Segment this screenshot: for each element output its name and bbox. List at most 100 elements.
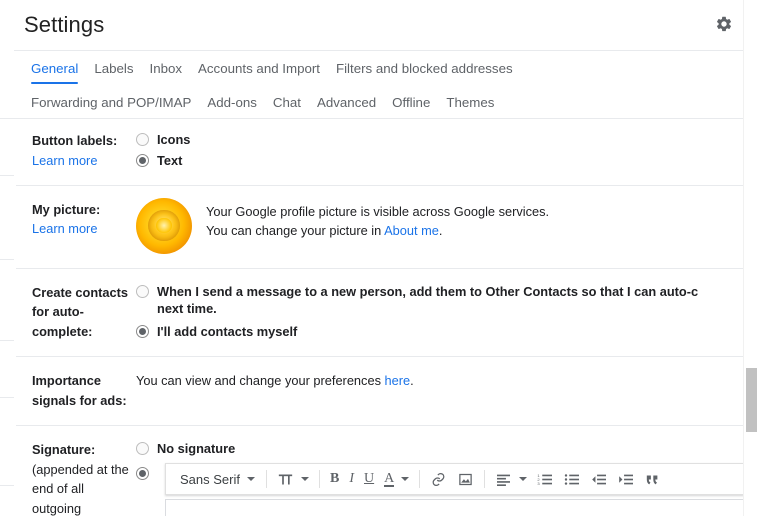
button-labels-title: Button labels: bbox=[32, 133, 118, 148]
settings-page: Settings General Labels Inbox Accounts a… bbox=[0, 0, 758, 516]
tab-filters-and-blocked-addresses[interactable]: Filters and blocked addresses bbox=[328, 61, 521, 84]
vertical-scrollbar[interactable] bbox=[743, 0, 758, 516]
setting-row-button-labels: Button labels: Learn more Icons Text bbox=[16, 119, 744, 186]
radio-auto-add-contacts[interactable] bbox=[136, 284, 149, 298]
tab-themes[interactable]: Themes bbox=[438, 95, 502, 118]
edge-divider-tick bbox=[0, 485, 14, 486]
radio-icons-label: Icons bbox=[157, 132, 191, 147]
signature-sub-line-2: end of all outgoing bbox=[32, 481, 84, 516]
radio-add-contacts-myself[interactable] bbox=[136, 325, 149, 339]
radio-no-signature[interactable] bbox=[136, 441, 149, 455]
insert-image-icon-glyph bbox=[459, 473, 472, 485]
my-picture-line-2: You can change your picture in About me. bbox=[206, 221, 549, 241]
settings-list: Button labels: Learn more Icons Text My … bbox=[0, 119, 758, 516]
signature-content: No signature Sans Serif B I U A 1 2 3 bbox=[136, 440, 744, 516]
button-labels-label-column: Button labels: Learn more bbox=[16, 131, 136, 171]
insert-link-icon[interactable] bbox=[425, 466, 452, 492]
italic-icon[interactable]: I bbox=[344, 466, 359, 492]
gear-icon[interactable] bbox=[708, 8, 740, 40]
svg-text:3: 3 bbox=[538, 481, 541, 486]
radio-signature-editor[interactable] bbox=[136, 467, 149, 481]
create-contacts-options: When I send a message to a new person, a… bbox=[136, 283, 744, 341]
insert-link-icon-glyph bbox=[432, 472, 445, 486]
signature-title: Signature: bbox=[32, 441, 96, 457]
tab-chat[interactable]: Chat bbox=[265, 95, 309, 118]
edge-divider-tick bbox=[0, 340, 14, 341]
indent-more-icon-glyph bbox=[619, 474, 634, 484]
radio-add-contacts-myself-label: I'll add contacts myself bbox=[157, 324, 298, 340]
signature-toolbar: Sans Serif B I U A 1 2 3 bbox=[165, 463, 744, 496]
insert-image-icon[interactable] bbox=[452, 466, 479, 492]
tab-forwarding-and-pop-imap[interactable]: Forwarding and POP/IMAP bbox=[24, 95, 199, 118]
signature-label-column: Signature: (appended at the end of all o… bbox=[16, 440, 136, 516]
setting-row-create-contacts: Create contacts for auto- complete: When… bbox=[16, 269, 744, 358]
align-icon[interactable] bbox=[490, 466, 532, 492]
importance-signals-text: You can view and change your preferences… bbox=[136, 371, 744, 391]
my-picture-content: Your Google profile picture is visible a… bbox=[136, 197, 744, 254]
radio-auto-add-contacts-label: When I send a message to a new person, a… bbox=[157, 283, 698, 318]
text-color-letter: A bbox=[384, 470, 395, 487]
radio-text[interactable] bbox=[136, 154, 149, 168]
indent-less-icon[interactable] bbox=[586, 466, 613, 492]
my-picture-line-2-suffix: . bbox=[438, 223, 443, 239]
ads-preferences-link[interactable]: here bbox=[385, 373, 411, 388]
edge-divider-tick bbox=[0, 175, 14, 176]
signature-sub-line-1: (appended at the bbox=[32, 461, 129, 477]
font-family-value: Sans Serif bbox=[180, 471, 240, 487]
bold-icon[interactable]: B bbox=[325, 466, 344, 492]
edge-divider-tick bbox=[0, 397, 14, 398]
my-picture-title: My picture: bbox=[32, 201, 101, 217]
tab-add-ons[interactable]: Add-ons bbox=[199, 95, 265, 118]
signature-text-area[interactable] bbox=[165, 499, 744, 516]
page-header: Settings bbox=[0, 0, 758, 50]
tab-row-secondary: Forwarding and POP/IMAP Add-ons Chat Adv… bbox=[24, 84, 758, 118]
importance-signals-label-column: Importance signals for ads: bbox=[16, 371, 136, 411]
tab-advanced[interactable]: Advanced bbox=[309, 95, 384, 118]
button-labels-learn-more-link[interactable]: Learn more bbox=[32, 153, 97, 168]
toolbar-separator bbox=[265, 470, 267, 489]
tab-accounts-and-import[interactable]: Accounts and Import bbox=[190, 61, 328, 84]
numbered-list-icon[interactable]: 1 2 3 bbox=[532, 466, 559, 492]
about-me-link[interactable]: About me bbox=[384, 223, 439, 238]
importance-signals-content: You can view and change your preferences… bbox=[136, 371, 744, 391]
importance-signals-text-prefix: You can view and change your preferences bbox=[136, 373, 385, 389]
my-picture-label-column: My picture: Learn more bbox=[16, 200, 136, 240]
toolbar-separator bbox=[419, 470, 421, 489]
create-contacts-title-line-1: Create contacts bbox=[32, 284, 129, 300]
font-family-dropdown[interactable]: Sans Serif bbox=[170, 466, 261, 492]
radio-no-signature-label: No signature bbox=[157, 440, 236, 456]
font-size-icon[interactable] bbox=[272, 466, 314, 492]
bulleted-list-icon[interactable] bbox=[559, 466, 586, 492]
text-color-icon[interactable]: A bbox=[379, 466, 414, 492]
bulleted-list-icon-glyph bbox=[565, 473, 580, 485]
tab-offline[interactable]: Offline bbox=[384, 95, 438, 118]
tab-inbox[interactable]: Inbox bbox=[142, 61, 191, 84]
chevron-down-icon bbox=[300, 477, 309, 482]
setting-row-importance-signals: Importance signals for ads: You can view… bbox=[16, 357, 744, 426]
setting-row-my-picture: My picture: Learn more Your Google profi… bbox=[16, 186, 744, 269]
create-contacts-title-line-3: complete: bbox=[32, 324, 93, 340]
indent-less-icon-glyph bbox=[592, 474, 607, 484]
button-labels-option-icons[interactable]: Icons bbox=[136, 131, 744, 148]
avatar[interactable] bbox=[136, 197, 192, 254]
tab-labels[interactable]: Labels bbox=[86, 61, 141, 84]
scrollbar-thumb[interactable] bbox=[746, 368, 757, 432]
indent-more-icon[interactable] bbox=[613, 466, 640, 492]
quote-icon[interactable] bbox=[640, 466, 665, 492]
my-picture-learn-more-link[interactable]: Learn more bbox=[32, 221, 97, 236]
signature-option-none[interactable]: No signature bbox=[136, 440, 744, 457]
settings-tabs: General Labels Inbox Accounts and Import… bbox=[0, 51, 758, 118]
radio-icons[interactable] bbox=[136, 133, 149, 146]
create-contacts-label-column: Create contacts for auto- complete: bbox=[16, 283, 136, 342]
numbered-list-icon-glyph: 1 2 3 bbox=[538, 473, 553, 486]
font-size-icon-glyph bbox=[278, 474, 293, 485]
underline-icon[interactable]: U bbox=[359, 466, 379, 492]
tab-general[interactable]: General bbox=[24, 61, 86, 85]
radio-text-label: Text bbox=[157, 153, 183, 169]
create-contacts-option-auto[interactable]: When I send a message to a new person, a… bbox=[136, 283, 744, 318]
create-contacts-option-manual[interactable]: I'll add contacts myself bbox=[136, 323, 744, 340]
signature-option-editor: Sans Serif B I U A 1 2 3 bbox=[136, 463, 744, 516]
button-labels-options: Icons Text bbox=[136, 131, 744, 170]
button-labels-option-text[interactable]: Text bbox=[136, 152, 744, 169]
tab-row-primary: General Labels Inbox Accounts and Import… bbox=[24, 51, 758, 85]
